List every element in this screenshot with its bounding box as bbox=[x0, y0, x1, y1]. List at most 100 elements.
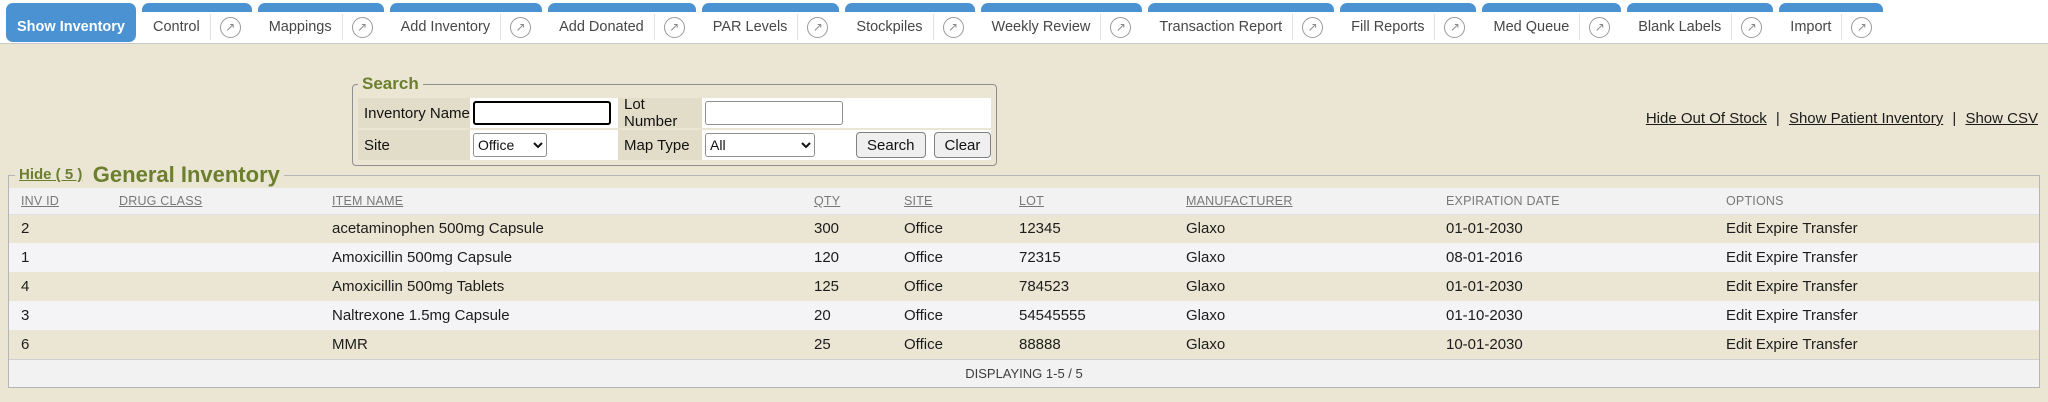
hide-count-link[interactable]: Hide ( 5 ) bbox=[19, 166, 82, 183]
inventory-name-input[interactable] bbox=[473, 101, 611, 125]
tab-divider bbox=[1731, 14, 1732, 40]
tab-body: Show Inventory bbox=[6, 12, 136, 42]
search-grid: Inventory Name Lot Number Site Office Ma… bbox=[358, 98, 991, 160]
cell-manufacturer: Glaxo bbox=[1186, 214, 1446, 243]
column-header-label-drug-class[interactable]: DRUG CLASS bbox=[119, 194, 202, 208]
external-link-icon[interactable]: ↗ bbox=[1741, 17, 1762, 38]
column-header-label-qty[interactable]: QTY bbox=[814, 194, 840, 208]
tab-accent-cap bbox=[390, 3, 542, 12]
tab-body: Add Donated↗ bbox=[548, 12, 696, 42]
external-link-icon[interactable]: ↗ bbox=[807, 17, 828, 38]
edit-link[interactable]: Edit bbox=[1726, 336, 1752, 353]
edit-link[interactable]: Edit bbox=[1726, 278, 1752, 295]
tab-add-donated[interactable]: Add Donated↗ bbox=[548, 3, 696, 42]
transfer-link[interactable]: Transfer bbox=[1802, 220, 1857, 237]
transfer-link[interactable]: Transfer bbox=[1802, 336, 1857, 353]
tab-fill-reports[interactable]: Fill Reports↗ bbox=[1340, 3, 1476, 42]
column-header-label-manufacturer[interactable]: MANUFACTURER bbox=[1186, 194, 1293, 208]
cell-inv-id: 3 bbox=[9, 301, 119, 330]
external-link-icon[interactable]: ↗ bbox=[1851, 17, 1872, 38]
quick-link-separator: | bbox=[1943, 110, 1965, 127]
expire-link[interactable]: Expire bbox=[1756, 336, 1799, 353]
tab-accent-cap bbox=[702, 3, 840, 12]
external-link-icon[interactable]: ↗ bbox=[510, 17, 531, 38]
column-header-label-lot[interactable]: LOT bbox=[1019, 194, 1044, 208]
lot-number-label: Lot Number bbox=[618, 98, 702, 128]
tab-accent-cap bbox=[1148, 3, 1334, 12]
tab-med-queue[interactable]: Med Queue↗ bbox=[1482, 3, 1621, 42]
column-header-expiration-date: EXPIRATION DATE bbox=[1446, 188, 1726, 214]
search-button[interactable]: Search bbox=[856, 132, 926, 158]
tab-divider bbox=[797, 14, 798, 40]
column-header-manufacturer: MANUFACTURER bbox=[1186, 188, 1446, 214]
expire-link[interactable]: Expire bbox=[1756, 278, 1799, 295]
table-row: 2acetaminophen 500mg Capsule300Office123… bbox=[9, 214, 2039, 243]
clear-button[interactable]: Clear bbox=[934, 132, 992, 158]
map-type-cell: All bbox=[702, 130, 850, 160]
tab-divider bbox=[500, 14, 501, 40]
edit-link[interactable]: Edit bbox=[1726, 249, 1752, 266]
tab-show-inventory[interactable]: Show Inventory bbox=[6, 3, 136, 42]
tab-blank-labels[interactable]: Blank Labels↗ bbox=[1627, 3, 1773, 42]
tab-label: PAR Levels bbox=[713, 19, 788, 35]
tab-mappings[interactable]: Mappings↗ bbox=[258, 3, 384, 42]
column-header-lot: LOT bbox=[1019, 188, 1186, 214]
external-link-icon[interactable]: ↗ bbox=[1444, 17, 1465, 38]
cell-site: Office bbox=[904, 272, 1019, 301]
tab-add-inventory[interactable]: Add Inventory↗ bbox=[390, 3, 542, 42]
tab-body: Control↗ bbox=[142, 12, 252, 42]
column-header-label-site[interactable]: SITE bbox=[904, 194, 933, 208]
transfer-link[interactable]: Transfer bbox=[1802, 307, 1857, 324]
external-link-icon[interactable]: ↗ bbox=[664, 17, 685, 38]
external-link-icon[interactable]: ↗ bbox=[943, 17, 964, 38]
expire-link[interactable]: Expire bbox=[1756, 249, 1799, 266]
external-link-icon[interactable]: ↗ bbox=[352, 17, 373, 38]
cell-lot: 88888 bbox=[1019, 330, 1186, 359]
column-header-label-inv-id[interactable]: INV ID bbox=[21, 194, 59, 208]
tab-label: Transaction Report bbox=[1159, 19, 1282, 35]
cell-item-name: MMR bbox=[332, 330, 814, 359]
cell-lot: 72315 bbox=[1019, 243, 1186, 272]
page: Show Inventory Control↗Mappings↗Add Inven… bbox=[0, 0, 2048, 402]
tab-transaction-report[interactable]: Transaction Report ↗ bbox=[1148, 3, 1334, 42]
external-link-icon[interactable]: ↗ bbox=[1589, 17, 1610, 38]
transfer-link[interactable]: Transfer bbox=[1802, 278, 1857, 295]
external-link-icon[interactable]: ↗ bbox=[220, 17, 241, 38]
column-header-qty: QTY bbox=[814, 188, 904, 214]
column-header-drug-class: DRUG CLASS bbox=[119, 188, 332, 214]
tab-stockpiles[interactable]: Stockpiles↗ bbox=[845, 3, 974, 42]
cell-options: EditExpireTransfer bbox=[1726, 272, 2039, 301]
tab-label: Show Inventory bbox=[17, 19, 125, 35]
link-show-patient-inventory[interactable]: Show Patient Inventory bbox=[1789, 110, 1943, 127]
link-hide-out-of-stock[interactable]: Hide Out Of Stock bbox=[1646, 110, 1767, 127]
cell-inv-id: 6 bbox=[9, 330, 119, 359]
site-select[interactable]: Office bbox=[473, 133, 547, 157]
edit-link[interactable]: Edit bbox=[1726, 307, 1752, 324]
tab-import[interactable]: Import↗ bbox=[1779, 3, 1883, 42]
expire-link[interactable]: Expire bbox=[1756, 307, 1799, 324]
lot-number-input[interactable] bbox=[705, 101, 843, 125]
cell-expiration-date: 10-01-2030 bbox=[1446, 330, 1726, 359]
map-type-select[interactable]: All bbox=[705, 133, 815, 157]
column-header-options: OPTIONS bbox=[1726, 188, 2039, 214]
inventory-table-body: 2acetaminophen 500mg Capsule300Office123… bbox=[9, 214, 2039, 359]
inventory-name-cell bbox=[470, 98, 618, 128]
link-show-csv[interactable]: Show CSV bbox=[1965, 110, 2038, 127]
cell-qty: 300 bbox=[814, 214, 904, 243]
expire-link[interactable]: Expire bbox=[1756, 220, 1799, 237]
external-link-icon[interactable]: ↗ bbox=[1110, 17, 1131, 38]
cell-inv-id: 2 bbox=[9, 214, 119, 243]
general-inventory-legend: Hide ( 5 ) General Inventory bbox=[15, 162, 284, 188]
tab-weekly-review[interactable]: Weekly Review↗ bbox=[981, 3, 1143, 42]
transfer-link[interactable]: Transfer bbox=[1802, 249, 1857, 266]
cell-drug-class bbox=[119, 272, 332, 301]
tab-control[interactable]: Control↗ bbox=[142, 3, 252, 42]
content-area: Search Inventory Name Lot Number Site Of… bbox=[0, 44, 2048, 402]
tab-par-levels[interactable]: PAR Levels ↗ bbox=[702, 3, 840, 42]
tab-body: Blank Labels↗ bbox=[1627, 12, 1773, 42]
external-link-icon[interactable]: ↗ bbox=[1302, 17, 1323, 38]
edit-link[interactable]: Edit bbox=[1726, 220, 1752, 237]
column-header-label-item-name[interactable]: ITEM NAME bbox=[332, 194, 403, 208]
tab-divider bbox=[1292, 14, 1293, 40]
cell-options: EditExpireTransfer bbox=[1726, 214, 2039, 243]
